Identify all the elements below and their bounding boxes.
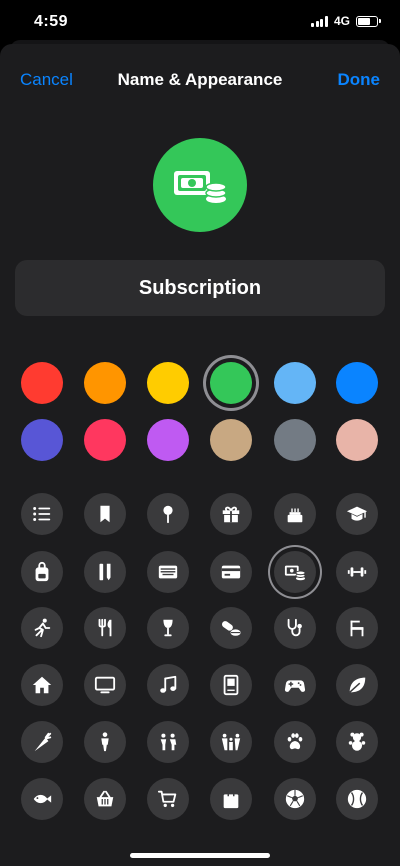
signal-icon <box>311 15 328 27</box>
stethoscope-icon[interactable] <box>274 607 316 649</box>
color-swatch-indigo[interactable] <box>21 419 63 461</box>
status-time: 4:59 <box>34 13 69 30</box>
list-name-input[interactable] <box>15 260 385 316</box>
gamepad-icon[interactable] <box>274 664 316 706</box>
dumbbell-icon[interactable] <box>336 551 378 593</box>
backpack-icon[interactable] <box>21 551 63 593</box>
color-swatch-red[interactable] <box>21 362 63 404</box>
bookmark-icon[interactable] <box>84 493 126 535</box>
person-icon[interactable] <box>84 721 126 763</box>
color-swatch-purple[interactable] <box>147 419 189 461</box>
network-label: 4G <box>333 14 350 28</box>
gift-icon[interactable] <box>210 493 252 535</box>
color-swatch-blue[interactable] <box>336 362 378 404</box>
leaf-icon[interactable] <box>336 664 378 706</box>
name-appearance-sheet: Cancel Name & Appearance Done <box>0 44 400 866</box>
two-people-icon[interactable] <box>147 721 189 763</box>
battery-icon <box>356 15 381 27</box>
cake-icon[interactable] <box>274 493 316 535</box>
running-icon[interactable] <box>21 607 63 649</box>
wine-glass-icon[interactable] <box>147 607 189 649</box>
keyboard-icon[interactable] <box>147 551 189 593</box>
cart-icon[interactable] <box>147 778 189 820</box>
status-indicators: 4G <box>311 14 381 28</box>
paw-icon[interactable] <box>274 721 316 763</box>
ruler-pencil-icon[interactable] <box>84 551 126 593</box>
color-swatch-rose[interactable] <box>336 419 378 461</box>
money-icon[interactable] <box>274 551 316 593</box>
color-swatch-gray[interactable] <box>274 419 316 461</box>
shopping-bag-icon[interactable] <box>210 778 252 820</box>
status-bar: 4:59 4G <box>0 0 400 44</box>
carrot-icon[interactable] <box>21 721 63 763</box>
pin-icon[interactable] <box>147 493 189 535</box>
computer-icon[interactable] <box>210 664 252 706</box>
music-note-icon[interactable] <box>147 664 189 706</box>
house-icon[interactable] <box>21 664 63 706</box>
color-swatch-light-blue[interactable] <box>274 362 316 404</box>
tv-icon[interactable] <box>84 664 126 706</box>
baseball-icon[interactable] <box>336 778 378 820</box>
pills-icon[interactable] <box>210 607 252 649</box>
list-icon[interactable] <box>21 493 63 535</box>
color-swatch-pink[interactable] <box>84 419 126 461</box>
color-swatch-orange[interactable] <box>84 362 126 404</box>
basket-icon[interactable] <box>84 778 126 820</box>
color-swatch-green[interactable] <box>210 362 252 404</box>
color-swatch-yellow[interactable] <box>147 362 189 404</box>
done-button[interactable]: Done <box>338 70 381 90</box>
graduation-cap-icon[interactable] <box>336 493 378 535</box>
chair-icon[interactable] <box>336 607 378 649</box>
family-icon[interactable] <box>210 721 252 763</box>
home-indicator <box>130 853 270 858</box>
credit-card-icon[interactable] <box>210 551 252 593</box>
color-swatch-beige[interactable] <box>210 419 252 461</box>
soccer-ball-icon[interactable] <box>274 778 316 820</box>
list-preview-money-icon <box>153 138 247 232</box>
fork-knife-icon[interactable] <box>84 607 126 649</box>
fish-icon[interactable] <box>21 778 63 820</box>
teddy-bear-icon[interactable] <box>336 721 378 763</box>
